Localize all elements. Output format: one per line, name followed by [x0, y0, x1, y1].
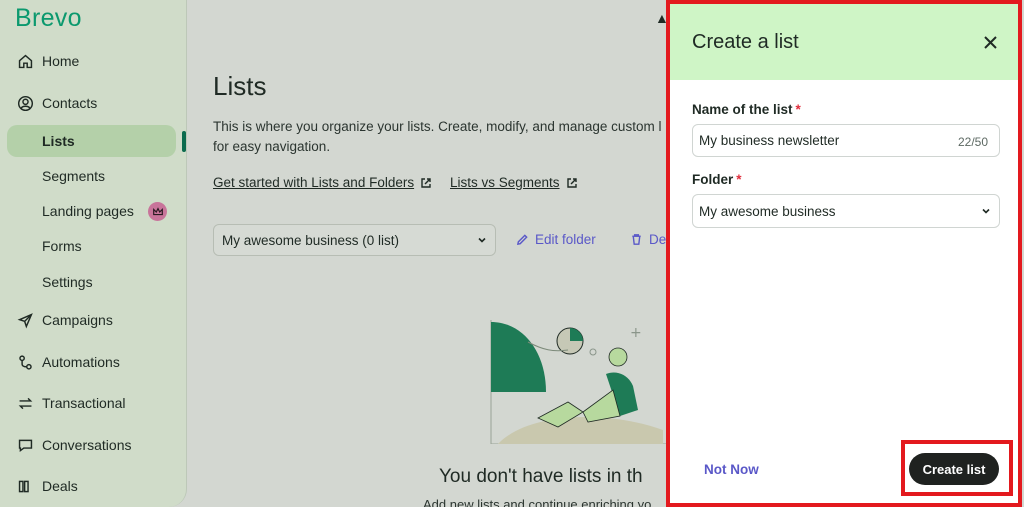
- svg-text:+: +: [630, 325, 642, 341]
- create-list-label: Create list: [922, 461, 986, 477]
- sidebar-item-lists[interactable]: Lists: [7, 125, 176, 157]
- sidebar-item-deals[interactable]: Deals: [0, 470, 187, 502]
- sidebar-item-label: Landing pages: [42, 203, 134, 219]
- link-label: Lists vs Segments: [450, 175, 560, 190]
- brevo-logo[interactable]: Brevo: [15, 4, 82, 33]
- sidebar-item-label: Settings: [42, 274, 93, 290]
- list-name-label: Name of the list *: [692, 102, 801, 117]
- folder-dropdown[interactable]: My awesome business: [692, 194, 1000, 228]
- link-label: Get started with Lists and Folders: [213, 175, 415, 190]
- link-lists-vs-segments[interactable]: Lists vs Segments: [450, 175, 578, 190]
- active-indicator: [182, 131, 186, 152]
- sidebar-item-label: Contacts: [42, 95, 98, 111]
- sidebar-item-label: Campaigns: [42, 312, 113, 328]
- create-list-button[interactable]: Create list: [909, 453, 999, 485]
- sidebar-item-forms[interactable]: Forms: [0, 230, 187, 262]
- empty-state-illustration: +: [490, 320, 668, 444]
- character-counter: 22/50: [958, 135, 989, 149]
- panel-title: Create a list: [692, 31, 799, 53]
- panel-header: Create a list: [670, 4, 1018, 80]
- list-name-label-text: Name of the list: [692, 102, 793, 117]
- create-list-panel: Create a list Name of the list* 22/50 Fo…: [666, 0, 1022, 507]
- chat-icon: [16, 436, 34, 454]
- trash-icon: [632, 234, 641, 245]
- folder-select-value: My awesome business (0 list): [222, 232, 400, 248]
- sidebar-item-transactional[interactable]: Transactional: [0, 387, 187, 419]
- empty-state-title: You don't have lists in th: [439, 466, 643, 487]
- sidebar-item-label: Deals: [42, 478, 78, 494]
- home-icon: [16, 52, 34, 70]
- deals-icon: [16, 477, 34, 495]
- not-now-button[interactable]: Not Now: [704, 462, 759, 477]
- crown-icon: [148, 202, 167, 221]
- contacts-icon: [16, 94, 34, 112]
- page-title: Lists: [213, 71, 267, 101]
- link-get-started[interactable]: Get started with Lists and Folders: [213, 175, 432, 190]
- sidebar-item-settings[interactable]: Settings: [0, 266, 187, 298]
- folder-select[interactable]: My awesome business (0 list): [213, 224, 496, 256]
- transactional-icon: [16, 394, 34, 412]
- sidebar-item-campaigns[interactable]: Campaigns: [0, 304, 187, 336]
- chevron-down-icon: [982, 208, 990, 214]
- sidebar-item-label: Home: [42, 53, 80, 69]
- sidebar-item-label: Lists: [42, 133, 75, 149]
- folder-dropdown-value: My awesome business: [699, 203, 836, 219]
- required-marker: *: [736, 172, 742, 187]
- list-name-input[interactable]: [692, 124, 1000, 157]
- required-marker: *: [795, 102, 801, 117]
- external-link-icon: [566, 177, 577, 188]
- delete-folder-label: De: [649, 232, 667, 247]
- paper-plane-icon: [16, 311, 34, 329]
- sidebar-item-contacts[interactable]: Contacts: [0, 87, 187, 119]
- folder-label: Folder *: [692, 172, 742, 187]
- sidebar-item-home[interactable]: Home: [0, 45, 187, 77]
- sidebar-item-segments[interactable]: Segments: [0, 160, 187, 192]
- automation-icon: [16, 353, 34, 371]
- close-icon: [983, 35, 997, 49]
- sidebar-item-conversations[interactable]: Conversations: [0, 429, 187, 461]
- folder-label-text: Folder: [692, 172, 734, 187]
- sidebar-item-label: Conversations: [42, 437, 132, 453]
- sidebar-item-label: Segments: [42, 168, 106, 184]
- pencil-icon: [516, 234, 528, 246]
- sidebar-item-label: Transactional: [42, 395, 126, 411]
- chevron-down-icon: [478, 237, 486, 243]
- edit-folder-button[interactable]: Edit folder: [516, 232, 596, 247]
- delete-folder-button[interactable]: De: [630, 232, 670, 247]
- sidebar: Brevo Home Contacts Lists Segments Landi…: [0, 0, 187, 507]
- sidebar-item-automations[interactable]: Automations: [0, 346, 187, 378]
- sidebar-item-label: Automations: [42, 354, 120, 370]
- empty-state-subtitle: Add new lists and continue enriching yo: [423, 497, 652, 507]
- sidebar-item-label: Forms: [42, 238, 82, 254]
- edit-folder-label: Edit folder: [535, 232, 596, 247]
- external-link-icon: [421, 177, 431, 188]
- close-button[interactable]: [980, 32, 1000, 52]
- page-description: This is where you organize your lists. C…: [213, 119, 662, 154]
